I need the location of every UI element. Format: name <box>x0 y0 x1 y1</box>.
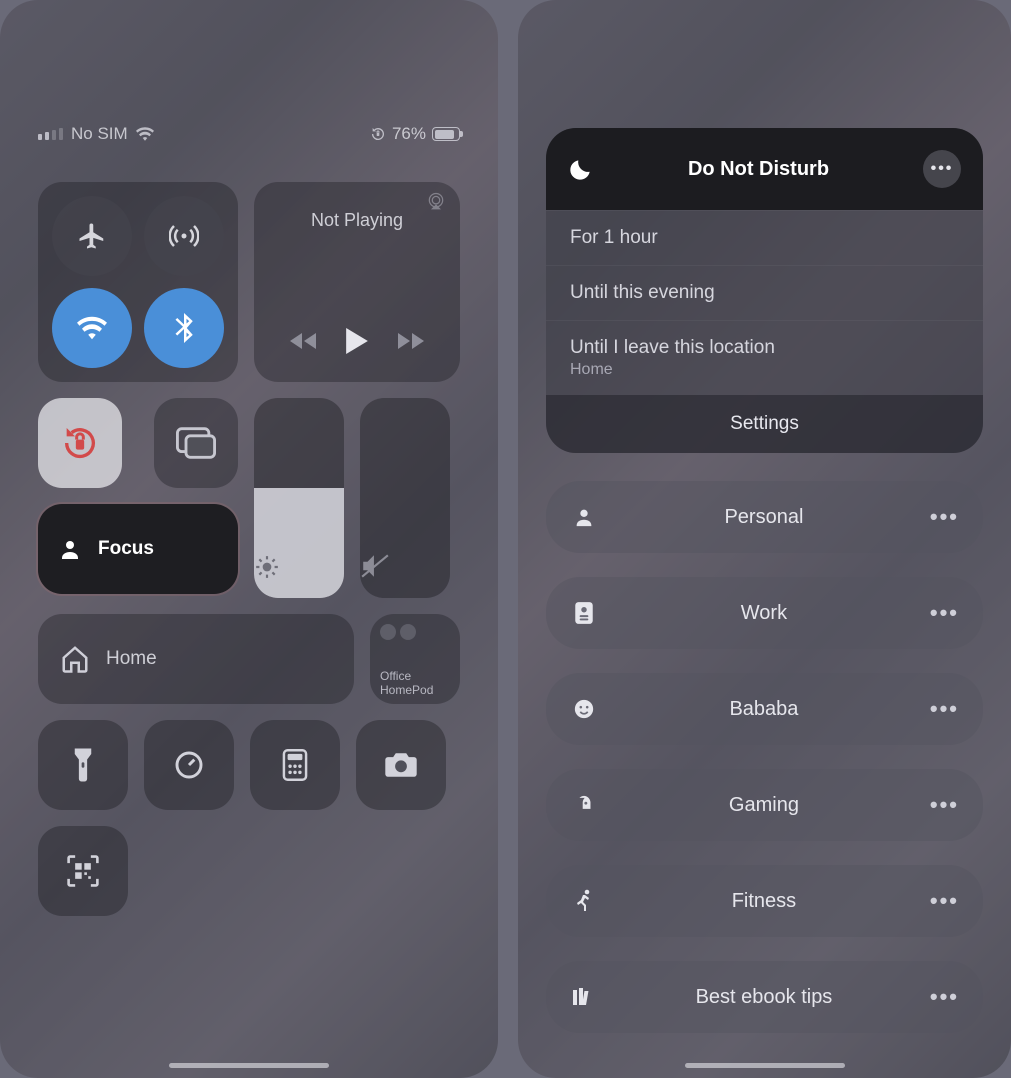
wifi-status-icon <box>136 127 154 141</box>
orientation-lock-toggle[interactable] <box>38 398 122 488</box>
timer-button[interactable] <box>144 720 234 810</box>
brightness-icon <box>254 554 344 580</box>
focus-label: Focus <box>98 538 154 560</box>
dnd-more-button[interactable]: ••• <box>923 150 961 188</box>
dnd-title: Do Not Disturb <box>594 158 923 181</box>
bluetooth-toggle[interactable] <box>144 288 224 368</box>
ellipsis-icon[interactable]: ••• <box>930 504 959 530</box>
battery-percent-label: 76% <box>392 124 426 144</box>
dnd-option-1hour[interactable]: For 1 hour <box>546 210 983 265</box>
focus-button[interactable]: Focus <box>38 504 238 594</box>
status-bar: No SIM 76% <box>38 112 460 156</box>
wifi-toggle[interactable] <box>52 288 132 368</box>
dnd-option-location[interactable]: Until I leave this location Home <box>546 320 983 395</box>
ellipsis-icon[interactable]: ••• <box>930 600 959 626</box>
focus-item-label: Best ebook tips <box>598 986 930 1009</box>
ellipsis-icon[interactable]: ••• <box>930 792 959 818</box>
battery-icon <box>432 127 460 141</box>
calculator-button[interactable] <box>250 720 340 810</box>
focus-item-label: Gaming <box>598 794 930 817</box>
connectivity-tile[interactable] <box>38 182 238 382</box>
airplay-icon[interactable] <box>426 192 446 210</box>
control-center-screen: No SIM 76% <box>0 0 498 1078</box>
flashlight-button[interactable] <box>38 720 128 810</box>
homepod-tile[interactable]: Office HomePod <box>370 614 460 704</box>
smile-icon <box>570 698 598 720</box>
orientation-lock-status-icon <box>370 126 386 142</box>
brightness-fill <box>254 488 344 598</box>
focus-item-bababa[interactable]: Bababa ••• <box>546 673 983 745</box>
carrier-label: No SIM <box>71 124 128 144</box>
focus-item-label: Fitness <box>598 890 930 913</box>
home-indicator[interactable] <box>685 1063 845 1068</box>
homepod-line2: HomePod <box>380 684 433 698</box>
qr-scanner-button[interactable] <box>38 826 128 916</box>
dnd-option-sublabel: Home <box>570 361 959 379</box>
home-tile[interactable]: Home <box>38 614 354 704</box>
focus-item-label: Work <box>598 602 930 625</box>
ellipsis-icon[interactable]: ••• <box>930 888 959 914</box>
focus-item-ebook[interactable]: Best ebook tips ••• <box>546 961 983 1033</box>
focus-detail-screen: Do Not Disturb ••• For 1 hour Until this… <box>518 0 1011 1078</box>
badge-icon <box>570 601 598 625</box>
dnd-option-label: For 1 hour <box>570 227 658 248</box>
focus-mode-list: Personal ••• Work ••• Bababa ••• <box>546 481 983 1033</box>
volume-muted-icon <box>360 552 450 580</box>
home-indicator[interactable] <box>169 1063 329 1068</box>
airplane-mode-toggle[interactable] <box>52 196 132 276</box>
dnd-settings-button[interactable]: Settings <box>546 395 983 453</box>
focus-item-work[interactable]: Work ••• <box>546 577 983 649</box>
media-controls-tile[interactable]: Not Playing <box>254 182 460 382</box>
do-not-disturb-card: Do Not Disturb ••• For 1 hour Until this… <box>546 128 983 453</box>
dnd-option-evening[interactable]: Until this evening <box>546 265 983 320</box>
camera-button[interactable] <box>356 720 446 810</box>
focus-item-gaming[interactable]: Gaming ••• <box>546 769 983 841</box>
dnd-option-label: Until this evening <box>570 282 715 303</box>
dnd-header[interactable]: Do Not Disturb ••• <box>546 128 983 210</box>
focus-item-personal[interactable]: Personal ••• <box>546 481 983 553</box>
home-icon <box>60 644 90 674</box>
cellular-signal-icon <box>38 128 63 140</box>
ellipsis-icon[interactable]: ••• <box>930 696 959 722</box>
media-rewind-button[interactable] <box>288 331 318 351</box>
focus-item-fitness[interactable]: Fitness ••• <box>546 865 983 937</box>
moon-icon <box>568 156 594 182</box>
media-title-label: Not Playing <box>274 210 440 231</box>
home-label: Home <box>106 648 157 670</box>
volume-slider[interactable] <box>360 398 450 598</box>
brightness-slider[interactable] <box>254 398 344 598</box>
media-play-button[interactable] <box>346 328 368 354</box>
focus-item-label: Personal <box>598 506 930 529</box>
homepod-line1: Office <box>380 670 433 684</box>
screen-mirroring-button[interactable] <box>154 398 238 488</box>
rocket-icon <box>570 794 598 816</box>
homepod-dots-icon <box>380 624 416 640</box>
cellular-data-toggle[interactable] <box>144 196 224 276</box>
ellipsis-icon[interactable]: ••• <box>930 984 959 1010</box>
focus-item-label: Bababa <box>598 698 930 721</box>
dnd-settings-label: Settings <box>730 413 799 434</box>
dnd-option-label: Until I leave this location <box>570 337 775 358</box>
person-icon <box>58 537 82 561</box>
media-forward-button[interactable] <box>396 331 426 351</box>
books-icon <box>570 987 598 1007</box>
person-icon <box>570 506 598 528</box>
running-icon <box>570 889 598 913</box>
